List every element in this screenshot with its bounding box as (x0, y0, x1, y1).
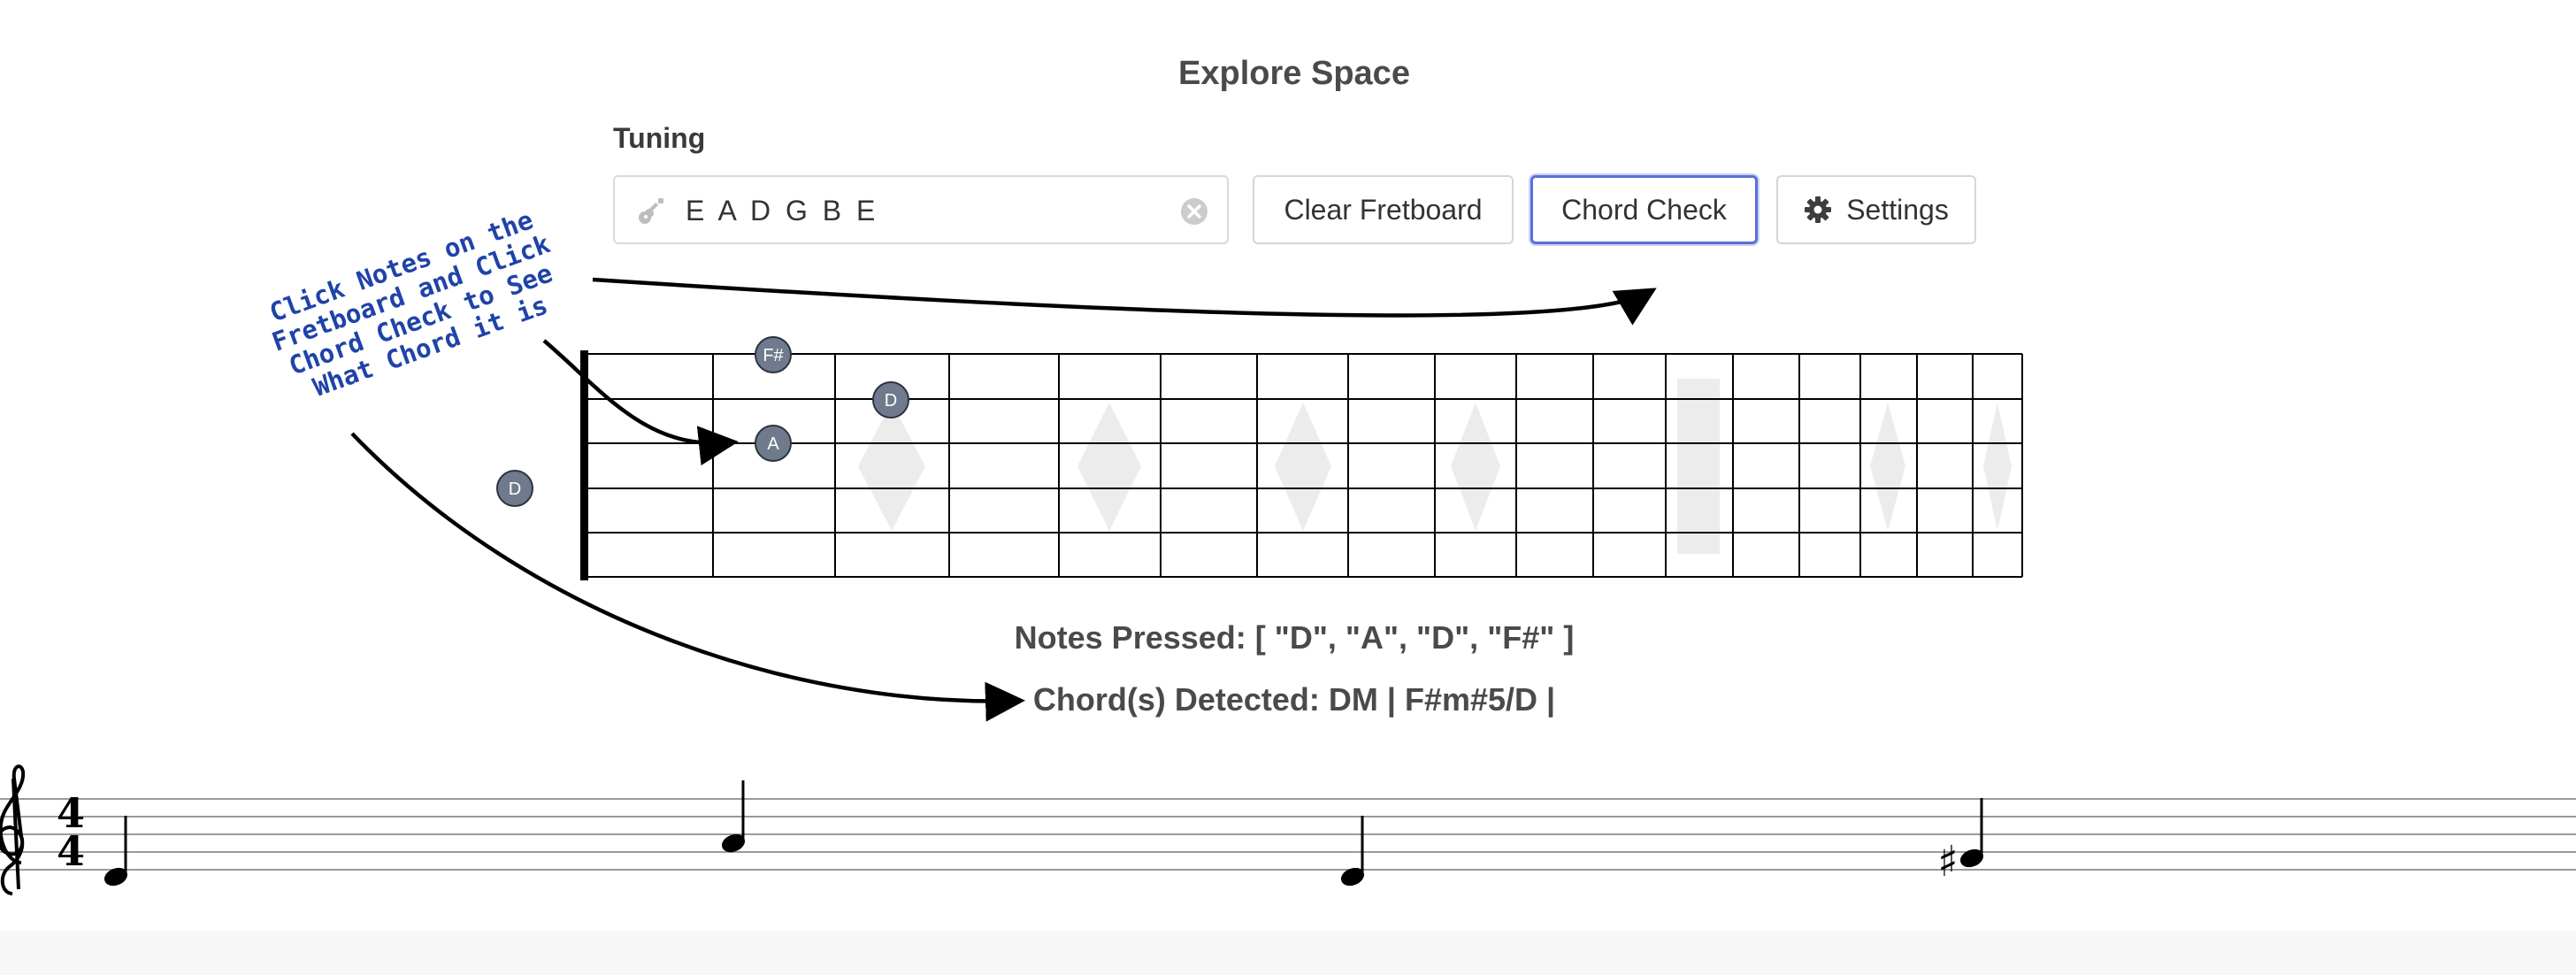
inlay-marker (1983, 403, 2012, 531)
treble-clef-icon (0, 764, 26, 895)
note-dot[interactable]: A (755, 425, 792, 462)
inlay-marker (1275, 403, 1331, 531)
arrow-to-chord-check (592, 277, 1657, 326)
note-dot-label: D (885, 391, 897, 411)
staff-note (721, 780, 746, 853)
inlay-marker (1870, 403, 1905, 531)
inlay-double-marker (1677, 379, 1720, 554)
explore-space-page: Explore Space Tuning E A D G B E Clear F… (0, 0, 2576, 975)
chord-detected-label: Chord(s) Detected: (1032, 681, 1320, 718)
music-staff: 4 4 ♯ (0, 764, 2576, 895)
notes-pressed-readout: Notes Pressed: [ "D", "A", "D", "F#" ] (0, 619, 2576, 656)
staff-lines (0, 798, 2576, 871)
footer-bar (0, 931, 2576, 975)
arrow-to-fretboard (542, 339, 739, 466)
note-dot[interactable]: D (872, 381, 909, 418)
note-dot-label: F# (763, 346, 784, 365)
note-dot[interactable]: D (496, 470, 533, 507)
time-signature-bottom: 4 (57, 827, 85, 875)
notes-pressed-value: [ "D", "A", "D", "F#" ] (1254, 619, 1575, 656)
inlay-marker (858, 403, 925, 531)
inlay-marker (1077, 403, 1141, 531)
staff-note: ♯ (1937, 798, 1984, 887)
notes-pressed-label: Notes Pressed: (1014, 619, 1246, 656)
sharp-accidental: ♯ (1937, 837, 1958, 887)
chord-detected-readout: Chord(s) Detected: DM | F#m#5/D | (0, 681, 2576, 718)
fretboard[interactable]: F# D A D (496, 336, 2023, 580)
fretboard-and-staff-canvas: F# D A D 4 4 ♯ (0, 277, 2576, 895)
note-dot-label: D (509, 480, 521, 499)
inlay-marker (1451, 403, 1500, 531)
fretboard-nut (580, 350, 588, 580)
note-dot-label: A (767, 434, 779, 454)
chord-detected-value: DM | F#m#5/D | (1328, 681, 1556, 718)
note-dot[interactable]: F# (755, 336, 792, 373)
